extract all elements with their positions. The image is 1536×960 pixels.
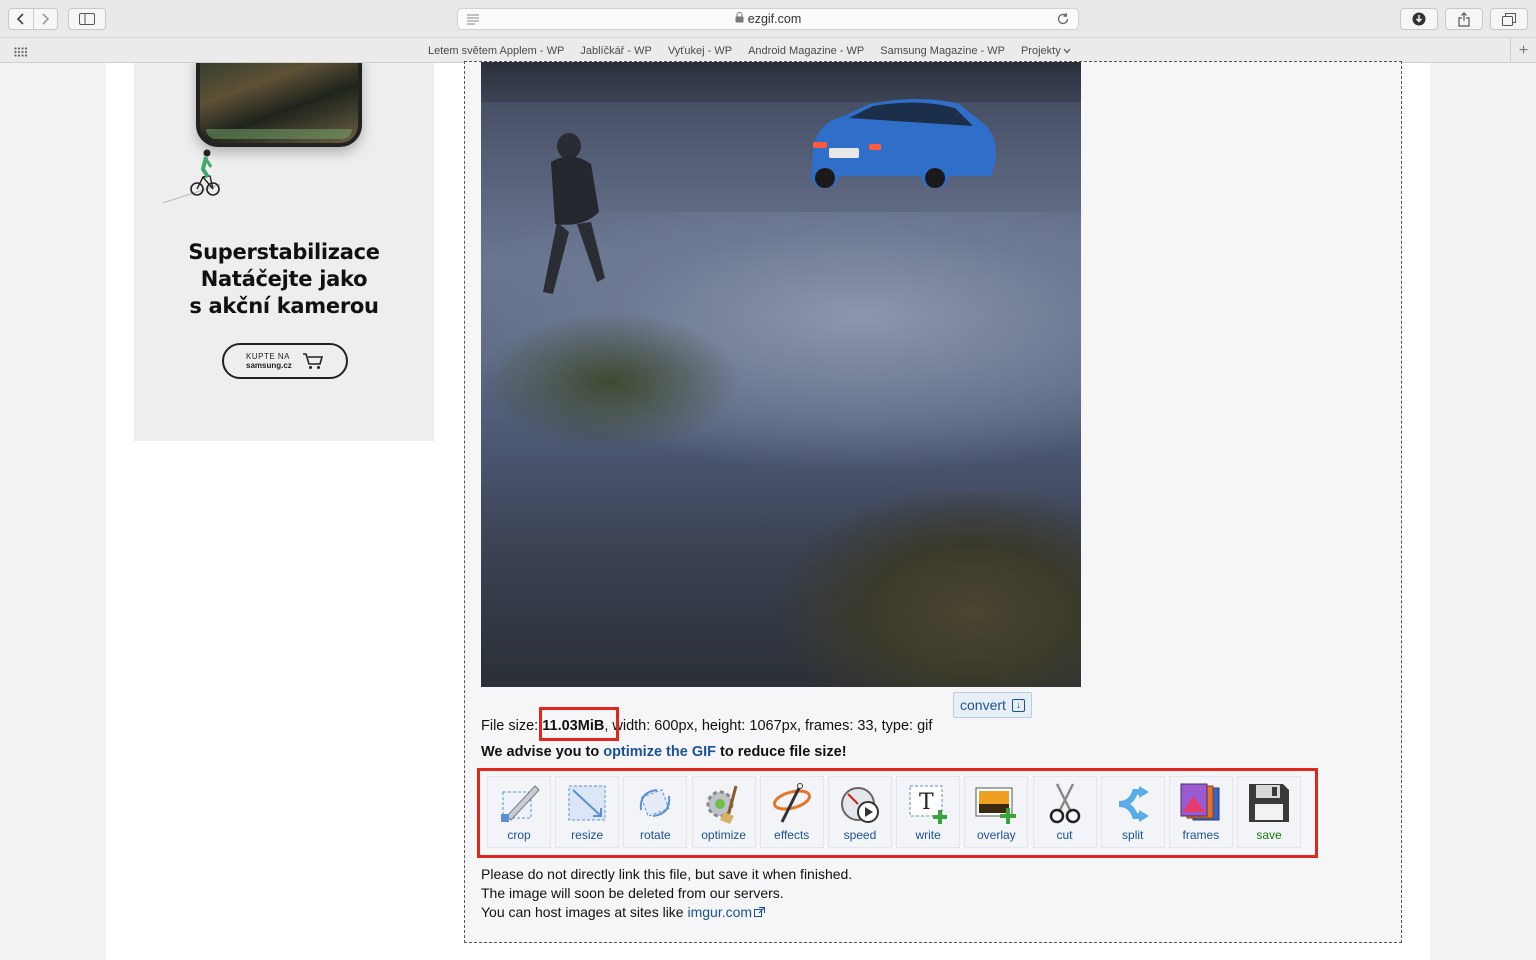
tool-label: effects (774, 828, 810, 842)
tool-label: crop (507, 828, 531, 842)
resize-tool-button[interactable]: resize (555, 776, 620, 848)
imgur-link[interactable]: imgur.com (688, 904, 753, 920)
tool-label: optimize (701, 828, 746, 842)
samsung-advertisement[interactable]: Superstabilizace Natáčejte jako s akční … (134, 63, 434, 441)
tool-label: save (1256, 828, 1282, 842)
optimize-gif-link[interactable]: optimize the GIF (603, 744, 716, 760)
reload-icon[interactable] (1056, 12, 1070, 29)
ad-button-domain: samsung.cz (246, 361, 292, 370)
bookmarks-bar: Letem světem Applem - WP Jablíčkář - WP … (0, 38, 1536, 63)
person-image (543, 133, 605, 294)
ad-buy-button[interactable]: KUPTE NA samsung.cz (222, 343, 348, 379)
note-line: The image will soon be deleted from our … (481, 885, 784, 901)
optimize-advice: We advise you to optimize the GIF to red… (481, 744, 847, 760)
ad-title-line: s akční kamerou (189, 294, 379, 318)
ad-button-label: KUPTE NA (246, 352, 291, 361)
gif-output-panel: convert ↓ File size: 11.03MiB, width: 60… (464, 61, 1402, 943)
file-info-details: , width: 600px, height: 1067px, frames: … (604, 718, 933, 734)
advice-suffix: to reduce file size! (716, 744, 847, 760)
back-icon[interactable] (9, 9, 34, 29)
ad-title-line: Superstabilizace (188, 240, 380, 264)
ad-phone-image (196, 63, 362, 147)
tool-label: frames (1182, 828, 1220, 842)
address-bar[interactable]: ezgif.com (457, 8, 1079, 30)
rotate-tool-button[interactable]: rotate (623, 776, 688, 848)
reader-icon[interactable] (466, 13, 480, 28)
convert-button[interactable]: convert ↓ (953, 692, 1032, 718)
tool-label: resize (571, 828, 604, 842)
ad-title-line: Natáčejte jako (200, 267, 368, 291)
tool-label: rotate (640, 828, 671, 842)
web-page: Superstabilizace Natáčejte jako s akční … (0, 61, 1536, 960)
bookmark-item[interactable]: Letem světem Applem - WP (428, 45, 564, 57)
effects-icon (768, 780, 816, 826)
tool-label: split (1122, 828, 1144, 842)
lock-icon (735, 12, 744, 26)
edit-tools-toolbar: crop resize rotate optimize effects spee… (487, 776, 1305, 848)
blue-car-image (811, 99, 996, 188)
split-icon (1109, 780, 1157, 826)
resize-icon (563, 780, 611, 826)
ad-headline: Superstabilizace Natáčejte jako s akční … (134, 239, 434, 320)
forward-icon[interactable] (34, 9, 58, 29)
crop-tool-button[interactable]: crop (487, 776, 551, 848)
file-info-prefix: File size: (481, 718, 543, 734)
download-arrow-icon: ↓ (1011, 698, 1025, 712)
advice-prefix: We advise you to (481, 744, 604, 760)
bookmarks-grid-icon[interactable] (14, 44, 28, 62)
note-line: You can host images at sites like imgur.… (481, 903, 852, 922)
bookmark-item[interactable]: Samsung Magazine - WP (880, 45, 1005, 57)
optimize-tool-button[interactable]: optimize (691, 776, 756, 848)
chevron-down-icon (1063, 48, 1071, 53)
browser-toolbar: ezgif.com (0, 0, 1536, 38)
tabs-overview-icon[interactable] (1490, 8, 1528, 30)
file-size-highlight-box (539, 707, 619, 741)
speed-tool-button[interactable]: speed (827, 776, 892, 848)
svg-text:T: T (919, 790, 934, 815)
cyclist-icon (190, 149, 220, 196)
downloads-icon[interactable] (1400, 8, 1438, 30)
tool-label: write (915, 828, 941, 842)
overlay-icon (972, 780, 1020, 826)
bookmark-item[interactable]: Vyťukej - WP (668, 45, 732, 57)
write-tool-button[interactable]: T write (896, 776, 961, 848)
effects-tool-button[interactable]: effects (759, 776, 824, 848)
bookmark-folder-label: Projekty (1020, 44, 1061, 57)
tool-label: speed (843, 828, 877, 842)
new-tab-plus-icon[interactable]: + (1510, 38, 1536, 63)
write-icon: T (904, 780, 952, 826)
tool-label: overlay (976, 828, 1016, 842)
split-tool-button[interactable]: split (1100, 776, 1165, 848)
shopping-cart-icon (302, 353, 323, 369)
save-tool-button[interactable]: save (1237, 776, 1302, 848)
convert-label: convert (960, 697, 1006, 713)
frames-tool-button[interactable]: frames (1168, 776, 1233, 848)
share-icon[interactable] (1445, 8, 1483, 30)
navigation-buttons (8, 8, 58, 30)
sidebar-toggle-icon[interactable] (68, 8, 106, 30)
bookmark-folder-projekty[interactable]: Projekty (1021, 45, 1071, 57)
external-link-icon (754, 907, 766, 917)
rotate-icon (631, 780, 679, 826)
bookmark-item[interactable]: Android Magazine - WP (748, 45, 864, 57)
optimize-icon (700, 780, 748, 826)
note-prefix: You can host images at sites like (481, 904, 688, 920)
bookmark-list: Letem světem Applem - WP Jablíčkář - WP … (428, 38, 1087, 63)
note-line: Please do not directly link this file, b… (481, 866, 853, 882)
frames-icon (1177, 780, 1225, 826)
save-icon (1245, 780, 1293, 826)
overlay-tool-button[interactable]: overlay (964, 776, 1029, 848)
cut-tool-button[interactable]: cut (1032, 776, 1097, 848)
hosting-notes: Please do not directly link this file, b… (481, 865, 852, 922)
url-text: ezgif.com (747, 12, 802, 26)
gif-preview-image (481, 62, 1081, 687)
tool-label: cut (1056, 828, 1073, 842)
crop-icon (495, 780, 543, 826)
speed-icon (836, 780, 884, 826)
bookmark-item[interactable]: Jablíčkář - WP (580, 45, 652, 57)
cut-icon (1041, 780, 1089, 826)
